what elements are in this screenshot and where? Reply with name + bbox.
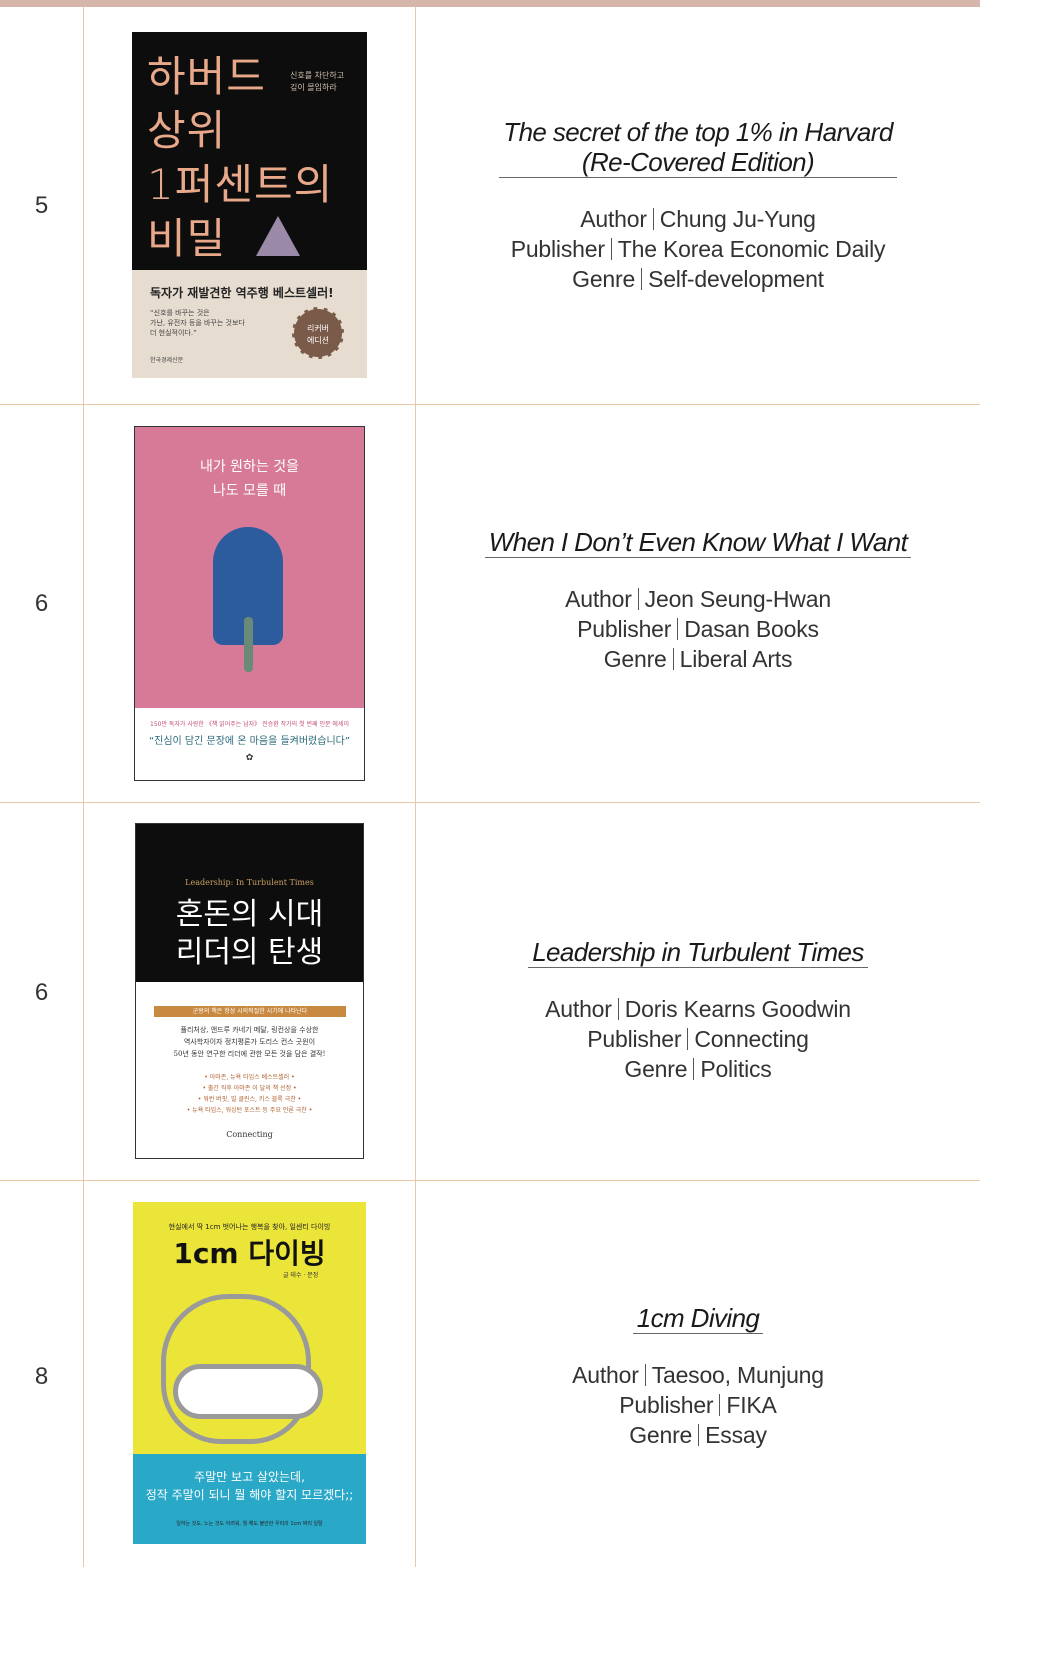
book-info: Leadership in Turbulent Times Author Dori… (416, 937, 980, 1084)
rank-number: 8 (34, 1363, 49, 1390)
rank-number: 5 (34, 192, 49, 219)
column-divider (83, 405, 84, 802)
cover-tagline: 현실에서 딱 1cm 벗어나는 행복을 찾아, 일센티 다이빙 (168, 1223, 331, 1231)
genre-name: Self-development (648, 266, 824, 292)
book-title[interactable]: When I Don’t Even Know What I Want (484, 527, 912, 558)
author-name: Taesoo, Munjung (651, 1362, 824, 1388)
rank-number: 6 (34, 590, 49, 617)
book-cover: 현실에서 딱 1cm 벗어나는 행복을 찾아, 일센티 다이빙 1cm 다이빙 … (133, 1202, 366, 1544)
popsicle-stick (244, 617, 253, 672)
publisher-name: Dasan Books (684, 616, 819, 642)
cover-footer: 일하는 것도, 노는 것도 어려워, 뭘 해도 불안한 우리의 1cm 짜리 일… (176, 1521, 323, 1527)
table-row: 6 내가 원하는 것을 나도 모를 때 150만 독자가 사랑한 《책 읽어주는… (0, 405, 980, 803)
book-meta: Author Doris Kearns Goodwin Publisher Conn… (545, 996, 851, 1082)
cover-description: 퓰리처상, 앤드루 카네기 메달, 링컨상을 수상한 역사학자이자 정치평론가 … (173, 1026, 326, 1058)
cover-accolades: • 아마존, 뉴욕 타임스 베스트셀러 • • 출간 직후 아마존 이 달의 책… (186, 1074, 313, 1114)
publisher-name: The Korea Economic Daily (617, 236, 886, 262)
gem-illustration (256, 216, 300, 256)
cover-tagline: 150만 독자가 사랑한 《책 읽어주는 남자》 전승환 작가의 첫 번째 인문… (150, 721, 349, 728)
genre-name: Liberal Arts (679, 646, 793, 672)
column-divider (83, 1181, 84, 1567)
book-cover: 내가 원하는 것을 나도 모를 때 150만 독자가 사랑한 《책 읽어주는 남… (134, 426, 365, 781)
author-name: Doris Kearns Goodwin (624, 996, 851, 1022)
book-meta: Author Jeon Seung-Hwan Publisher Dasan Boo… (565, 586, 831, 672)
cover-quote: 주말만 보고 살았는데, 정작 주말이 되니 뭘 해야 할지 모르겠다;; (145, 1470, 354, 1502)
cover-subtitle: 신호를 차단하고 깊이 몰입하라 (290, 71, 345, 92)
goggles-illustration (173, 1364, 323, 1419)
author-name: Chung Ju-Yung (659, 206, 816, 232)
genre-name: Politics (700, 1056, 772, 1082)
recover-edition-badge: 리커버 에디션 (292, 307, 344, 359)
book-info: 1cm Diving Author Taesoo, Munjung Publish… (416, 1303, 980, 1450)
cover-author: 글 태수 · 문정 (283, 1272, 319, 1279)
book-info: The secret of the top 1% in Harvard (Re-… (416, 117, 980, 294)
book-cover: Leadership: In Turbulent Times 혼돈의 시대 리더… (135, 823, 364, 1159)
author-name: Jeon Seung-Hwan (644, 586, 831, 612)
publisher-logo: ✿ (245, 753, 254, 763)
cover-quote: “진심이 담긴 문장에 온 마음을 들켜버렸습니다” (148, 736, 351, 747)
book-cover: 하버드 상위 1퍼센트의 비밀 신호를 차단하고 깊이 몰입하라 독자가 재발견… (132, 32, 367, 378)
book-title[interactable]: Leadership in Turbulent Times (528, 937, 868, 968)
cover-title: 혼돈의 시대 리더의 탄생 (175, 897, 324, 970)
table-top-border (0, 0, 980, 7)
book-title[interactable]: 1cm Diving (632, 1303, 764, 1334)
book-title[interactable]: The secret of the top 1% in Harvard (Re-… (499, 117, 897, 178)
cover-headline: 독자가 재발견한 역주행 베스트셀러! (150, 286, 334, 300)
genre-name: Essay (705, 1422, 767, 1448)
cover-publisher: 한국경제신문 (150, 357, 184, 364)
table-row: 8 현실에서 딱 1cm 벗어나는 행복을 찾아, 일센티 다이빙 1cm 다이… (0, 1181, 980, 1567)
rank-number: 6 (34, 979, 49, 1006)
cover-title: 1cm 다이빙 (173, 1237, 326, 1270)
cover-title: 내가 원하는 것을 나도 모를 때 (199, 459, 300, 499)
book-info: When I Don’t Even Know What I Want Autho… (416, 527, 980, 674)
bestseller-table: 5 하버드 상위 1퍼센트의 비밀 신호를 차단하고 깊이 몰입하라 독자가 재… (0, 7, 980, 1567)
book-meta: Author Taesoo, Munjung Publisher FIKA Genr… (572, 1362, 824, 1448)
book-meta: Author Chung Ju-Yung Publisher The Korea E… (510, 206, 886, 292)
column-divider (83, 803, 84, 1180)
cover-band: 군왕의 책은 항상 시의적절한 시기에 나타난다 (154, 1006, 346, 1017)
publisher-name: Connecting (694, 1026, 809, 1052)
cover-quote: “신호를 바꾸는 것은 가난, 유전자 등을 바꾸는 것보다 더 현실적이다.” (150, 309, 245, 337)
table-row: 6 Leadership: In Turbulent Times 혼돈의 시대 … (0, 803, 980, 1181)
table-row: 5 하버드 상위 1퍼센트의 비밀 신호를 차단하고 깊이 몰입하라 독자가 재… (0, 7, 980, 405)
publisher-name: FIKA (726, 1392, 777, 1418)
column-divider (83, 7, 84, 404)
cover-publisher: Connecting (226, 1130, 273, 1139)
cover-title-english: Leadership: In Turbulent Times (185, 878, 314, 887)
